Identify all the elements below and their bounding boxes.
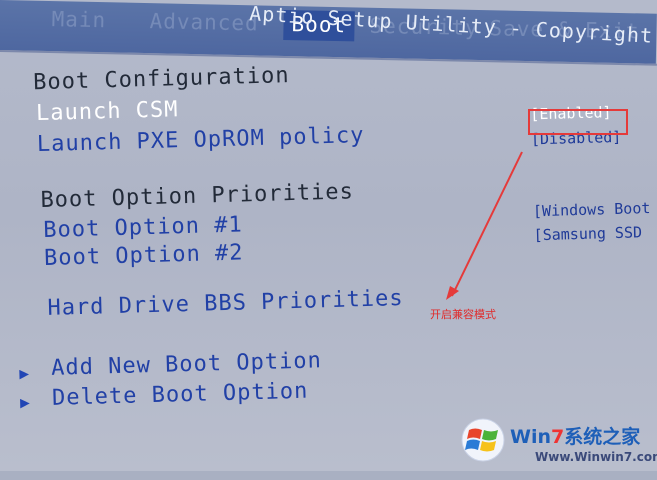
annotation-arrow-icon bbox=[446, 151, 523, 300]
watermark-brand: Win7系统之家 bbox=[510, 426, 641, 448]
windows-logo-icon bbox=[461, 418, 505, 462]
annotation-label: 开启兼容模式 bbox=[430, 308, 496, 321]
watermark-url: Www.Winwin7.com bbox=[535, 450, 657, 464]
bios-screen: Main Advanced Boot Security Save & Exit … bbox=[0, 0, 657, 471]
